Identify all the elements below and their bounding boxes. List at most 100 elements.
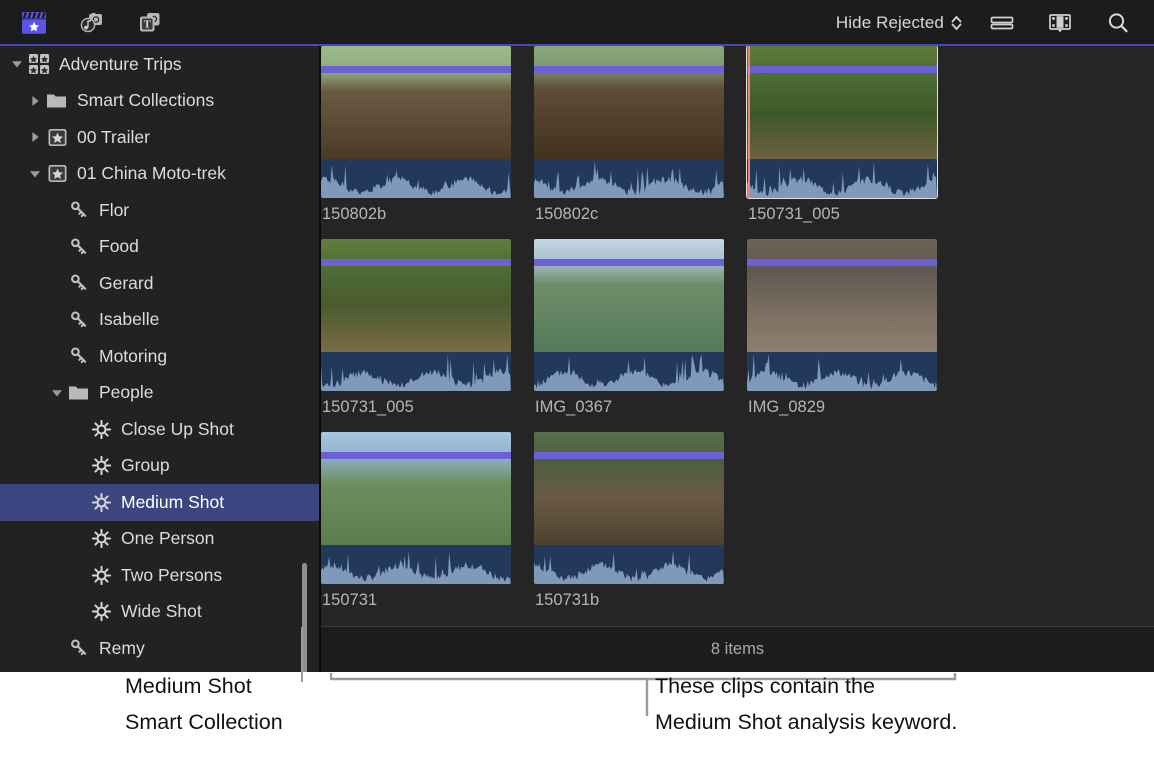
sidebar-item-gerard[interactable]: Gerard [0, 265, 320, 302]
clip-filmstrip-image [747, 46, 937, 159]
keyword-range-bar[interactable] [321, 66, 511, 73]
clip-item[interactable]: 150731 [321, 432, 511, 610]
sidebar-item-group[interactable]: Group [0, 448, 320, 485]
keyword-range-bar[interactable] [534, 452, 724, 459]
clip-thumbnail[interactable] [747, 239, 937, 391]
clip-thumbnail[interactable] [321, 432, 511, 584]
titles-generators-browser-button[interactable]: T [132, 7, 168, 39]
clip-browser[interactable]: 150802b150802c150731_005150731_005IMG_03… [321, 46, 1154, 672]
libraries-sidebar[interactable]: Adventure TripsSmart Collections 00 Trail… [0, 46, 320, 672]
filmstrip-view-button[interactable] [1042, 7, 1078, 39]
clip-thumbnail[interactable] [534, 46, 724, 198]
keyword-key-icon [66, 200, 92, 220]
skimmer-playhead[interactable] [748, 46, 750, 198]
sidebar-row-list: Adventure TripsSmart Collections 00 Trail… [0, 46, 320, 667]
titles-generators-browser-icon: T [135, 10, 165, 36]
chevron-down-icon[interactable] [26, 168, 44, 180]
sidebar-item-motoring[interactable]: Motoring [0, 338, 320, 375]
clip-item[interactable]: 150802b [321, 46, 511, 224]
libraries-browser-button[interactable] [16, 7, 52, 39]
clip-thumbnail[interactable] [534, 239, 724, 391]
clip-item[interactable]: IMG_0367 [534, 239, 724, 417]
annotation-layer: Medium Shot Smart Collection These clips… [0, 672, 1154, 771]
sidebar-item-people[interactable]: People [0, 375, 320, 412]
clip-item[interactable]: 150802c [534, 46, 724, 224]
audio-waveform [321, 352, 511, 391]
sidebar-item-smart-collections[interactable]: Smart Collections [0, 83, 320, 120]
item-count-label: 8 items [711, 640, 764, 659]
sidebar-item-01-china-moto-trek[interactable]: 01 China Moto-trek [0, 156, 320, 193]
audio-waveform [321, 545, 511, 584]
toolbar-left-group: T [0, 7, 168, 39]
event-star-icon [44, 127, 70, 148]
callout-left: Medium Shot Smart Collection [125, 668, 283, 740]
audio-waveform [747, 352, 937, 391]
chevron-right-icon[interactable] [26, 131, 44, 143]
sidebar-item-remy[interactable]: Remy [0, 630, 320, 667]
final-cut-pro-browser-window: T Hide Rejected [0, 0, 1154, 672]
sidebar-item-label: 01 China Moto-trek [70, 163, 226, 184]
search-icon [1106, 11, 1130, 35]
clip-name-label: 150802c [534, 198, 724, 224]
clip-filmstrip-image [534, 46, 724, 159]
clip-name-label: 150731_005 [747, 198, 937, 224]
clip-item[interactable]: 150731b [534, 432, 724, 610]
keyword-key-icon [66, 346, 92, 366]
keyword-range-bar[interactable] [534, 66, 724, 73]
sidebar-item-wide-shot[interactable]: Wide Shot [0, 594, 320, 631]
analysis-keyword-icon [88, 492, 114, 513]
clip-item[interactable]: IMG_0829 [747, 239, 937, 417]
toolbar: T Hide Rejected [0, 0, 1154, 45]
sidebar-item-isabelle[interactable]: Isabelle [0, 302, 320, 339]
clip-thumbnail[interactable] [321, 239, 511, 391]
list-view-button[interactable] [984, 7, 1020, 39]
keyword-range-bar[interactable] [534, 259, 724, 266]
event-star-icon [44, 163, 70, 184]
clip-thumbnail[interactable] [321, 46, 511, 198]
keyword-range-bar[interactable] [321, 452, 511, 459]
audio-waveform [534, 352, 724, 391]
keyword-key-icon [66, 310, 92, 330]
analysis-keyword-icon [88, 455, 114, 476]
sidebar-item-food[interactable]: Food [0, 229, 320, 266]
callout-left-line1: Medium Shot [125, 668, 283, 704]
hide-rejected-popup-button[interactable]: Hide Rejected [836, 13, 962, 33]
list-view-icon [989, 13, 1015, 33]
sidebar-item-two-persons[interactable]: Two Persons [0, 557, 320, 594]
sidebar-item-medium-shot[interactable]: Medium Shot [0, 484, 320, 521]
clip-filmstrip-image [321, 46, 511, 159]
keyword-range-bar[interactable] [747, 259, 937, 266]
callout-leader-line-left [301, 627, 303, 682]
sidebar-item-label: Gerard [92, 273, 153, 294]
photos-audio-browser-button[interactable] [74, 7, 110, 39]
sidebar-item-one-person[interactable]: One Person [0, 521, 320, 558]
sidebar-item-flor[interactable]: Flor [0, 192, 320, 229]
keyword-range-bar[interactable] [321, 259, 511, 266]
sidebar-item-label: Group [114, 455, 170, 476]
clip-filmstrip-image [534, 432, 724, 545]
clip-item[interactable]: 150731_005 [747, 46, 937, 224]
sidebar-item-label: Food [92, 236, 139, 257]
chevron-down-icon[interactable] [8, 58, 26, 70]
libraries-browser-icon [19, 10, 49, 36]
clip-filmstrip-image [747, 239, 937, 352]
clip-thumbnail[interactable] [534, 432, 724, 584]
clip-thumbnail[interactable] [747, 46, 937, 198]
chevron-updown-icon [951, 15, 962, 31]
keyword-key-icon [66, 237, 92, 257]
analysis-keyword-icon [88, 419, 114, 440]
sidebar-item-label: 00 Trailer [70, 127, 150, 148]
sidebar-item-adventure-trips[interactable]: Adventure Trips [0, 46, 320, 83]
clip-item[interactable]: 150731_005 [321, 239, 511, 417]
sidebar-item-close-up-shot[interactable]: Close Up Shot [0, 411, 320, 448]
callout-right-line1: These clips contain the [655, 668, 957, 704]
sidebar-item-00-trailer[interactable]: 00 Trailer [0, 119, 320, 156]
folder-icon [44, 92, 70, 110]
keyword-key-icon [66, 638, 92, 658]
chevron-right-icon[interactable] [26, 95, 44, 107]
chevron-down-icon[interactable] [48, 387, 66, 399]
clip-grid: 150802b150802c150731_005150731_005IMG_03… [321, 46, 1154, 626]
search-button[interactable] [1100, 7, 1136, 39]
sidebar-item-label: Remy [92, 638, 145, 659]
keyword-range-bar[interactable] [747, 66, 937, 73]
